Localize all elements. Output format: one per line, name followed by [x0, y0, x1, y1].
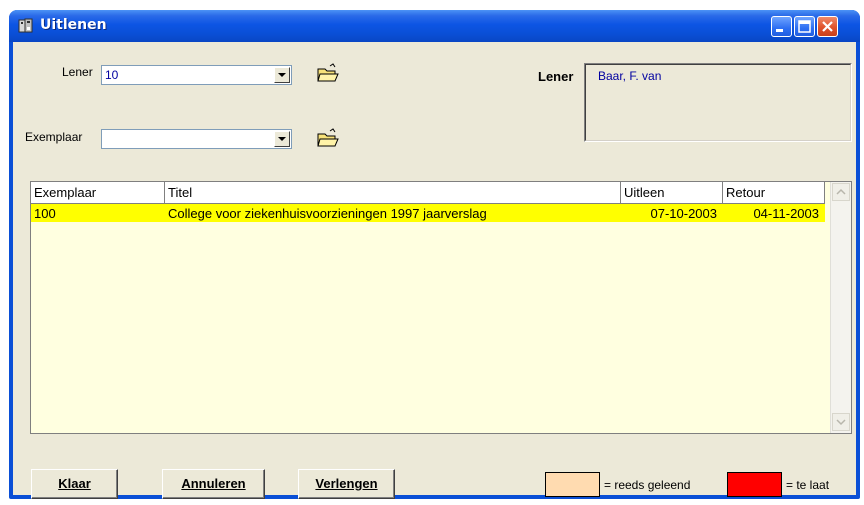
minimize-icon	[776, 29, 783, 32]
exemplaar-combobox[interactable]	[101, 129, 292, 149]
column-header-exemplaar[interactable]: Exemplaar	[31, 182, 165, 204]
close-icon	[822, 21, 833, 32]
lener-label: Lener	[62, 65, 93, 79]
column-header-titel[interactable]: Titel	[165, 182, 621, 204]
lener-dropdown-button[interactable]	[274, 67, 290, 83]
scroll-down-icon	[836, 419, 846, 426]
chevron-down-icon	[278, 73, 286, 77]
maximize-icon	[798, 20, 811, 33]
lener-value: 10	[105, 68, 119, 82]
cell-retour: 04-11-2003	[753, 206, 819, 221]
exemplaar-label: Exemplaar	[25, 130, 83, 144]
klaar-button-label: Klaar	[58, 476, 91, 491]
scroll-up-button[interactable]	[832, 183, 850, 201]
lener-combobox[interactable]: 10	[101, 65, 292, 85]
column-header-uitleen[interactable]: Uitleen	[621, 182, 723, 204]
maximize-button[interactable]	[794, 16, 815, 37]
exemplaar-dropdown-button[interactable]	[274, 131, 290, 147]
window-client-area: Lener 10 Exemplaar Lener Baar, F. van Ex…	[13, 42, 856, 499]
annuleren-button-label: Annuleren	[181, 476, 246, 491]
uitlenen-window: Uitlenen Lener 10 Exemplaar Lener Baar, …	[9, 10, 860, 499]
scroll-down-button[interactable]	[832, 413, 850, 431]
legend-label-reeds-geleend: = reeds geleend	[604, 478, 691, 492]
column-header-retour[interactable]: Retour	[723, 182, 825, 204]
title-bar[interactable]: Uitlenen	[9, 10, 860, 42]
scroll-up-icon	[836, 188, 846, 195]
legend-swatch-reeds-geleend	[545, 472, 600, 497]
uitleningen-grid[interactable]: Exemplaar Titel Uitleen Retour 100 Colle…	[30, 181, 852, 434]
lener-info-box: Baar, F. van	[584, 63, 852, 142]
cell-titel: College voor ziekenhuisvoorzieningen 199…	[168, 206, 487, 221]
legend-label-te-laat: = te laat	[786, 478, 830, 492]
open-folder-icon[interactable]	[316, 63, 340, 85]
vertical-scrollbar[interactable]	[830, 182, 851, 433]
library-icon	[18, 18, 33, 33]
open-folder-icon[interactable]	[316, 128, 340, 150]
close-button[interactable]	[817, 16, 838, 37]
lener-name-value: Baar, F. van	[598, 69, 662, 83]
lener-info-label: Lener	[538, 69, 574, 84]
window-title: Uitlenen	[40, 17, 107, 33]
cell-uitleen: 07-10-2003	[650, 206, 718, 221]
chevron-down-icon	[278, 137, 286, 141]
klaar-button[interactable]: Klaar	[31, 469, 118, 499]
verlengen-button[interactable]: Verlengen	[298, 469, 395, 499]
annuleren-button[interactable]: Annuleren	[162, 469, 265, 499]
cell-exemplaar: 100	[34, 206, 56, 221]
legend-swatch-te-laat	[727, 472, 782, 497]
table-row[interactable]: 100 College voor ziekenhuisvoorzieningen…	[31, 204, 825, 222]
verlengen-button-label: Verlengen	[315, 476, 378, 491]
minimize-button[interactable]	[771, 16, 792, 37]
